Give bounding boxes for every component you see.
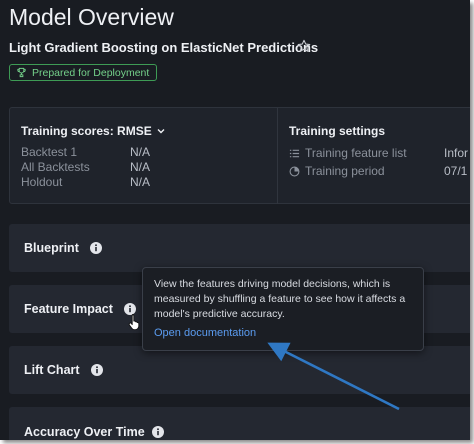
- open-documentation-link[interactable]: Open documentation: [154, 327, 256, 339]
- badge-label: Prepared for Deployment: [32, 66, 150, 79]
- section-label-accuracy-over-time: Accuracy Over Time: [24, 425, 145, 439]
- tooltip-text: View the features driving model decision…: [154, 278, 406, 320]
- score-value-holdout: N/A: [130, 175, 151, 189]
- score-label-all-backtests: All Backtests: [21, 160, 90, 174]
- chevron-down-icon: [157, 129, 165, 134]
- section-blueprint[interactable]: Blueprint: [9, 224, 470, 272]
- list-icon: [289, 149, 300, 157]
- training-settings-title: Training settings: [289, 124, 386, 138]
- training-feature-list-value: Infor: [444, 146, 469, 160]
- training-feature-list-label: Training feature list: [305, 146, 407, 160]
- section-accuracy-over-time[interactable]: Accuracy Over Time: [9, 407, 470, 440]
- section-label-feature-impact: Feature Impact: [24, 302, 113, 316]
- hand-cursor-icon: [128, 314, 140, 331]
- section-lift-chart[interactable]: Lift Chart: [9, 346, 470, 394]
- info-icon[interactable]: [152, 426, 164, 438]
- model-name: Light Gradient Boosting on ElasticNet Pr…: [9, 40, 319, 55]
- pie-icon: [289, 166, 300, 176]
- training-scores-dropdown[interactable]: Training scores: RMSE: [21, 124, 166, 138]
- training-summary-panel: Training scores: RMSE Backtest 1 N/A All…: [9, 107, 470, 204]
- section-label-blueprint: Blueprint: [24, 241, 79, 255]
- section-label-lift-chart: Lift Chart: [24, 363, 80, 377]
- star-icon[interactable]: [296, 38, 312, 54]
- trophy-icon: [17, 67, 26, 78]
- panel-divider: [277, 108, 278, 204]
- training-period-label: Training period: [305, 164, 385, 178]
- feature-impact-tooltip: View the features driving model decision…: [142, 267, 424, 351]
- score-value-all-backtests: N/A: [130, 160, 151, 174]
- info-icon[interactable]: [90, 242, 102, 254]
- training-period-value: 07/1: [444, 164, 468, 178]
- status-badge: Prepared for Deployment: [9, 64, 158, 81]
- score-value-backtest-1: N/A: [130, 145, 151, 159]
- training-scores-label: Training scores: RMSE: [21, 124, 152, 138]
- training-period-row: Training period: [289, 164, 385, 178]
- page-title: Model Overview: [9, 4, 174, 30]
- info-icon[interactable]: [91, 364, 103, 376]
- score-label-holdout: Holdout: [21, 175, 63, 189]
- training-feature-list-row: Training feature list: [289, 146, 407, 160]
- score-label-backtest-1: Backtest 1: [21, 145, 78, 159]
- app-window: Model Overview Light Gradient Boosting o…: [0, 0, 470, 440]
